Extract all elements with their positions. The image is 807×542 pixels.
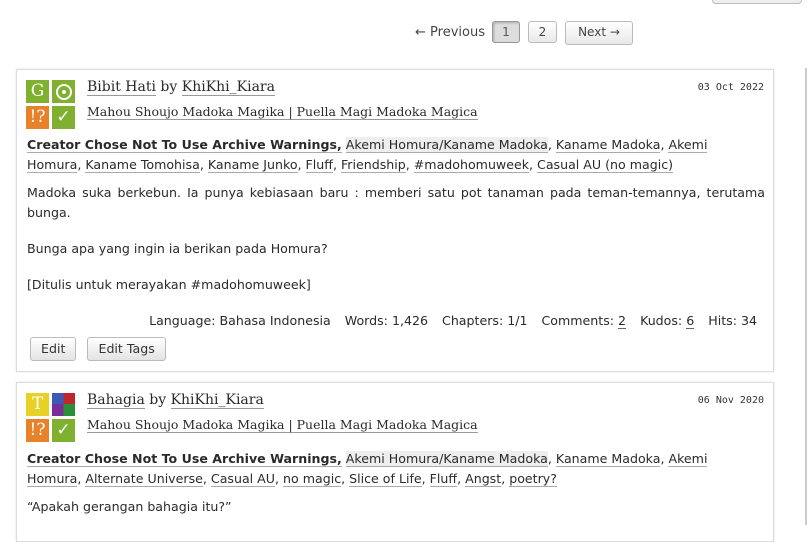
edit-tags-button[interactable]: Edit Tags bbox=[87, 337, 166, 361]
page-1-current: 1 bbox=[492, 21, 520, 43]
freeform-tag[interactable]: Casual AU bbox=[210, 471, 276, 487]
freeform-tag[interactable]: Friendship bbox=[340, 157, 406, 173]
summary-paragraph: Bunga apa yang ingin ia berikan pada Hom… bbox=[27, 241, 328, 256]
warning-tag[interactable]: Creator Chose Not To Use Archive Warning… bbox=[27, 451, 342, 467]
warning-tag[interactable]: Creator Chose Not To Use Archive Warning… bbox=[27, 137, 342, 153]
freeform-tag[interactable]: Angst bbox=[465, 471, 502, 487]
previous-link: ← Previous bbox=[415, 25, 485, 40]
character-tag[interactable]: Kaname Madoka bbox=[555, 137, 661, 153]
work-title-link[interactable]: Bibit Hati bbox=[87, 79, 156, 96]
comments-link[interactable]: 2 bbox=[618, 313, 627, 329]
category-multi-icon[interactable] bbox=[52, 393, 75, 416]
work-blurb: T !? ✓ Bahagia by KhiKhi_Kiara Mahou Sho… bbox=[16, 382, 774, 542]
fandom-heading: Mahou Shoujo Madoka Magika | Puella Magi… bbox=[87, 104, 478, 120]
warning-choose-not-icon[interactable]: !? bbox=[26, 419, 49, 442]
pagination: ← Previous 1 2 Next → bbox=[0, 21, 807, 47]
fandom-link[interactable]: Mahou Shoujo Madoka Magika | Puella Magi… bbox=[87, 104, 478, 120]
summary-paragraph: [Ditulis untuk merayakan #madohomuweek] bbox=[27, 277, 311, 292]
required-tags: T !? ✓ bbox=[26, 393, 76, 443]
character-tag[interactable]: Kaname Tomohisa bbox=[85, 157, 200, 173]
page-2-link[interactable]: 2 bbox=[528, 21, 557, 43]
author-link[interactable]: KhiKhi_Kiara bbox=[181, 79, 275, 96]
fandom-heading: Mahou Shoujo Madoka Magika | Puella Magi… bbox=[87, 417, 478, 433]
work-summary: “Apakah gerangan bahagia itu?” bbox=[27, 497, 765, 533]
hits-value: 34 bbox=[740, 313, 757, 328]
relationship-tag[interactable]: Akemi Homura/Kaname Madoka bbox=[345, 451, 548, 467]
kudos-link[interactable]: 6 bbox=[686, 313, 695, 329]
work-actions: Edit Edit Tags bbox=[30, 337, 172, 361]
freeform-tag[interactable]: Casual AU (no magic) bbox=[537, 157, 674, 173]
hits-label: Hits: bbox=[708, 313, 737, 328]
work-heading: Bahagia by KhiKhi_Kiara bbox=[87, 392, 264, 409]
work-date: 03 Oct 2022 bbox=[697, 82, 764, 93]
freeform-tag[interactable]: #madohomuweek bbox=[413, 157, 530, 173]
by-label: by bbox=[160, 79, 178, 95]
next-button[interactable]: Next → bbox=[565, 21, 633, 45]
warning-choose-not-icon[interactable]: !? bbox=[26, 106, 49, 129]
edit-button[interactable]: Edit bbox=[30, 337, 77, 361]
kudos-label: Kudos: bbox=[640, 313, 683, 328]
relationship-tag[interactable]: Akemi Homura/Kaname Madoka bbox=[345, 137, 548, 153]
work-date: 06 Nov 2020 bbox=[697, 395, 764, 406]
work-blurb: G !? ✓ Bibit Hati by KhiKhi_Kiara Mahou … bbox=[16, 69, 774, 372]
language-value: Bahasa Indonesia bbox=[219, 313, 331, 328]
freeform-tag[interactable]: Alternate Universe bbox=[85, 471, 203, 487]
rating-teen-icon[interactable]: T bbox=[26, 393, 49, 416]
work-stats: Language: Bahasa Indonesia Words: 1,426 … bbox=[149, 313, 757, 329]
freeform-tag[interactable]: Slice of Life bbox=[349, 471, 422, 487]
work-title-link[interactable]: Bahagia bbox=[87, 392, 145, 409]
author-link[interactable]: KhiKhi_Kiara bbox=[170, 392, 264, 409]
category-gen-icon[interactable] bbox=[52, 80, 75, 103]
freeform-tag[interactable]: Fluff bbox=[305, 157, 333, 173]
complete-work-icon[interactable]: ✓ bbox=[52, 419, 75, 442]
freeform-tag[interactable]: Fluff bbox=[429, 471, 458, 487]
fandom-link[interactable]: Mahou Shoujo Madoka Magika | Puella Magi… bbox=[87, 417, 478, 433]
chapters-label: Chapters: bbox=[442, 313, 504, 328]
rating-general-icon[interactable]: G bbox=[26, 80, 49, 103]
complete-work-icon[interactable]: ✓ bbox=[52, 106, 75, 129]
words-value: 1,426 bbox=[391, 313, 429, 328]
by-label: by bbox=[149, 392, 167, 408]
language-label: Language: bbox=[149, 313, 216, 328]
tag-list: Creator Chose Not To Use Archive Warning… bbox=[27, 137, 708, 173]
character-tag[interactable]: Kaname Madoka bbox=[555, 451, 661, 467]
tag-list: Creator Chose Not To Use Archive Warning… bbox=[27, 451, 708, 487]
character-tag[interactable]: Kaname Junko bbox=[207, 157, 298, 173]
freeform-tag[interactable]: poetry? bbox=[509, 471, 557, 487]
summary-paragraph: Madoka suka berkebun. Ia punya kebiasaan… bbox=[27, 185, 765, 220]
work-heading: Bibit Hati by KhiKhi_Kiara bbox=[87, 79, 275, 96]
freeform-tag[interactable]: no magic bbox=[283, 471, 342, 487]
top-button[interactable] bbox=[712, 0, 802, 4]
summary-paragraph: “Apakah gerangan bahagia itu?” bbox=[27, 499, 232, 514]
words-label: Words: bbox=[344, 313, 388, 328]
work-summary: Madoka suka berkebun. Ia punya kebiasaan… bbox=[27, 183, 765, 311]
comments-label: Comments: bbox=[541, 313, 615, 328]
chapters-value: 1/1 bbox=[507, 313, 528, 328]
required-tags: G !? ✓ bbox=[26, 80, 76, 130]
